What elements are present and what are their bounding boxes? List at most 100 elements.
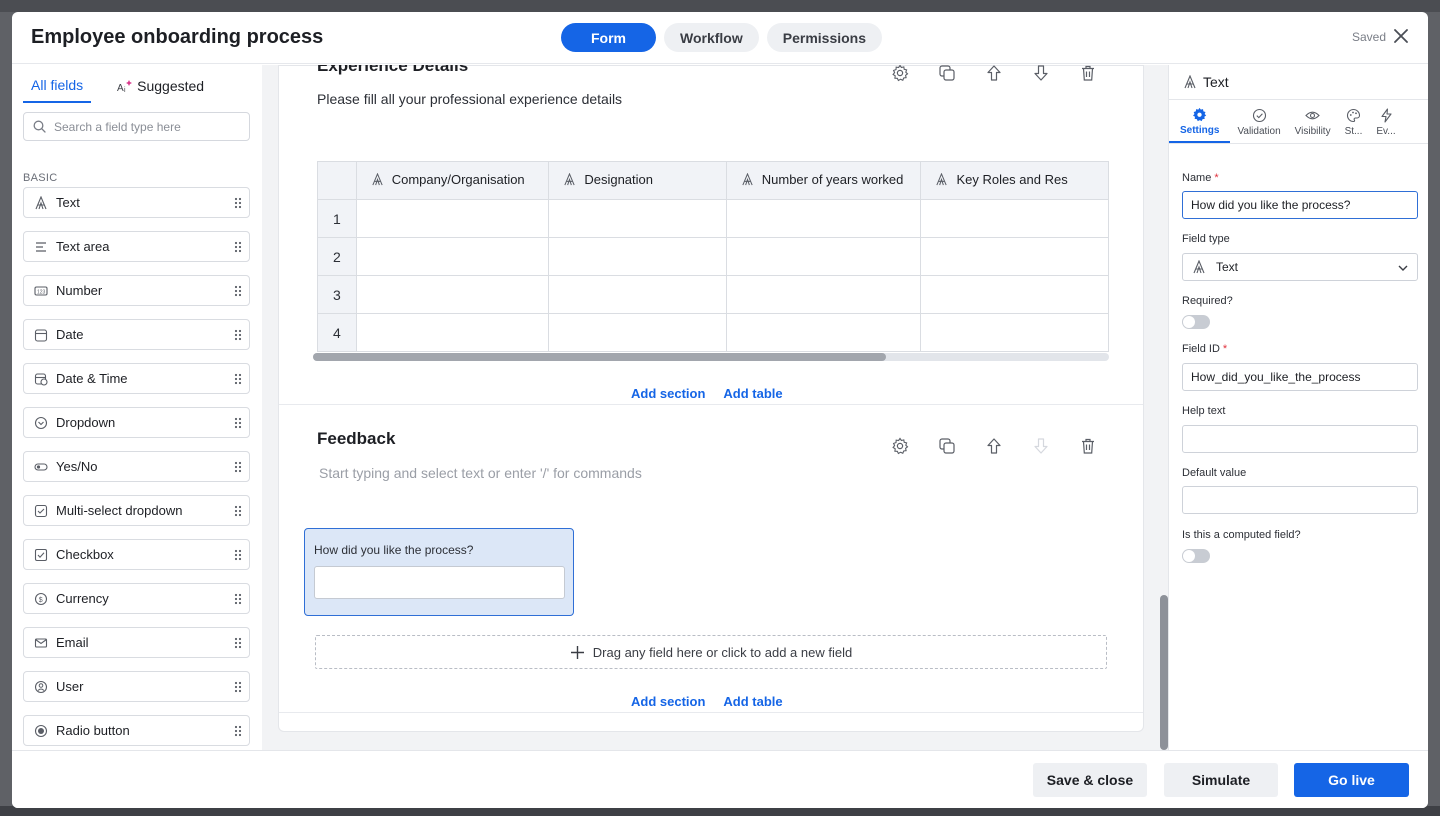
add-section-button[interactable]: Add section <box>631 386 705 401</box>
table-cell[interactable] <box>355 237 550 276</box>
table-cell[interactable] <box>548 313 727 352</box>
section-description-experience[interactable]: Please fill all your professional experi… <box>317 91 622 107</box>
table-cell[interactable] <box>725 313 922 352</box>
search-input[interactable] <box>54 119 234 134</box>
field-id-input[interactable] <box>1182 363 1418 391</box>
scrollbar-thumb[interactable] <box>313 353 886 361</box>
field-search <box>23 112 250 141</box>
table-cell[interactable] <box>548 237 727 276</box>
section-duplicate-button[interactable] <box>937 65 957 83</box>
help-text-input[interactable] <box>1182 425 1418 453</box>
tab-settings[interactable]: Settings <box>1169 101 1231 143</box>
table-cell[interactable] <box>355 199 550 238</box>
scrollbar-thumb[interactable] <box>1160 595 1168 750</box>
tab-suggested[interactable]: Ai Suggested <box>109 77 212 103</box>
tab-permissions[interactable]: Permissions <box>766 23 883 52</box>
column-header[interactable]: Company/Organisation <box>355 161 550 200</box>
table-cell[interactable] <box>355 275 550 314</box>
go-live-button[interactable]: Go live <box>1294 763 1409 797</box>
field-type-yes-no[interactable]: Yes/No <box>23 451 250 482</box>
canvas-vertical-scrollbar[interactable] <box>1160 65 1168 750</box>
section-title-feedback[interactable]: Feedback <box>317 429 395 449</box>
field-type-date-time[interactable]: Date & Time <box>23 363 250 394</box>
save-close-button[interactable]: Save & close <box>1033 763 1147 797</box>
table-cell[interactable] <box>920 237 1109 276</box>
dropzone-label: Drag any field here or click to add a ne… <box>592 644 853 660</box>
computed-field-toggle[interactable] <box>1182 549 1210 563</box>
required-label: Required? <box>1182 295 1233 307</box>
table-cell[interactable] <box>548 275 727 314</box>
column-header[interactable]: Designation <box>548 161 727 200</box>
section-duplicate-button[interactable] <box>937 436 957 456</box>
field-type-user[interactable]: User <box>23 671 250 702</box>
tab-all-fields[interactable]: All fields <box>23 77 92 103</box>
field-type-radio[interactable]: Radio button <box>23 715 250 746</box>
drag-handle-icon[interactable] <box>234 285 242 297</box>
tab-events[interactable]: Ev... <box>1369 101 1402 143</box>
table-cell[interactable] <box>920 199 1109 238</box>
drag-handle-icon[interactable] <box>234 197 242 209</box>
name-input[interactable] <box>1182 191 1418 219</box>
simulate-button[interactable]: Simulate <box>1164 763 1278 797</box>
drag-handle-icon[interactable] <box>234 241 242 253</box>
field-type-date[interactable]: Date <box>23 319 250 350</box>
drag-handle-icon[interactable] <box>234 417 242 429</box>
section-settings-button[interactable] <box>890 436 910 456</box>
section-settings-button[interactable] <box>890 65 910 83</box>
field-type-number[interactable]: 123 Number <box>23 275 250 306</box>
form-field-input-preview[interactable] <box>314 566 565 599</box>
add-section-button[interactable]: Add section <box>631 694 705 709</box>
section-move-up-button[interactable] <box>984 436 1004 456</box>
table-cell[interactable] <box>725 237 922 276</box>
drag-handle-icon[interactable] <box>234 681 242 693</box>
drag-handle-icon[interactable] <box>234 505 242 517</box>
field-type-select[interactable]: Text <box>1182 253 1418 281</box>
field-type-label: Field type <box>1182 233 1230 245</box>
field-type-currency[interactable]: $ Currency <box>23 583 250 614</box>
add-table-button[interactable]: Add table <box>723 386 782 401</box>
default-value-input[interactable] <box>1182 486 1418 514</box>
drag-handle-icon[interactable] <box>234 329 242 341</box>
section-delete-button[interactable] <box>1078 65 1098 83</box>
table-horizontal-scrollbar[interactable] <box>313 353 1109 361</box>
tab-style[interactable]: St... <box>1338 101 1370 143</box>
field-type-dropdown[interactable]: Dropdown <box>23 407 250 438</box>
tab-form[interactable]: Form <box>561 23 656 52</box>
table-cell[interactable] <box>725 199 922 238</box>
section-delete-button[interactable] <box>1078 436 1098 456</box>
add-table-button[interactable]: Add table <box>723 694 782 709</box>
add-field-dropzone[interactable]: Drag any field here or click to add a ne… <box>315 635 1107 669</box>
field-type-email[interactable]: Email <box>23 627 250 658</box>
table-cell[interactable] <box>355 313 550 352</box>
close-icon[interactable] <box>1392 27 1410 45</box>
toggle-knob <box>1183 550 1195 562</box>
table-cell[interactable] <box>725 275 922 314</box>
drag-handle-icon[interactable] <box>234 373 242 385</box>
text-icon <box>563 172 576 189</box>
tab-workflow[interactable]: Workflow <box>664 23 759 52</box>
tab-validation[interactable]: Validation <box>1230 101 1287 143</box>
field-type-checkbox[interactable]: Checkbox <box>23 539 250 570</box>
table-cell[interactable] <box>548 199 727 238</box>
drag-handle-icon[interactable] <box>234 637 242 649</box>
duplicate-icon <box>939 438 955 454</box>
drag-handle-icon[interactable] <box>234 549 242 561</box>
selected-form-field[interactable]: How did you like the process? <box>304 528 574 616</box>
required-toggle[interactable] <box>1182 315 1210 329</box>
field-type-text[interactable]: Text <box>23 187 250 218</box>
section-description-placeholder[interactable]: Start typing and select text or enter '/… <box>319 465 642 481</box>
table-cell[interactable] <box>920 275 1109 314</box>
column-header[interactable]: Number of years worked <box>725 161 922 200</box>
section-title-experience[interactable]: Experience Details <box>317 65 468 76</box>
section-move-down-button[interactable] <box>1031 65 1051 83</box>
drag-handle-icon[interactable] <box>234 593 242 605</box>
section-move-up-button[interactable] <box>984 65 1004 83</box>
column-header[interactable]: Key Roles and Res <box>920 161 1109 200</box>
drag-handle-icon[interactable] <box>234 725 242 737</box>
field-type-multi-select[interactable]: Multi-select dropdown <box>23 495 250 526</box>
drag-handle-icon[interactable] <box>234 461 242 473</box>
table-row: 3 <box>317 275 1109 314</box>
field-type-text-area[interactable]: Text area <box>23 231 250 262</box>
tab-visibility[interactable]: Visibility <box>1288 101 1338 143</box>
table-cell[interactable] <box>920 313 1109 352</box>
